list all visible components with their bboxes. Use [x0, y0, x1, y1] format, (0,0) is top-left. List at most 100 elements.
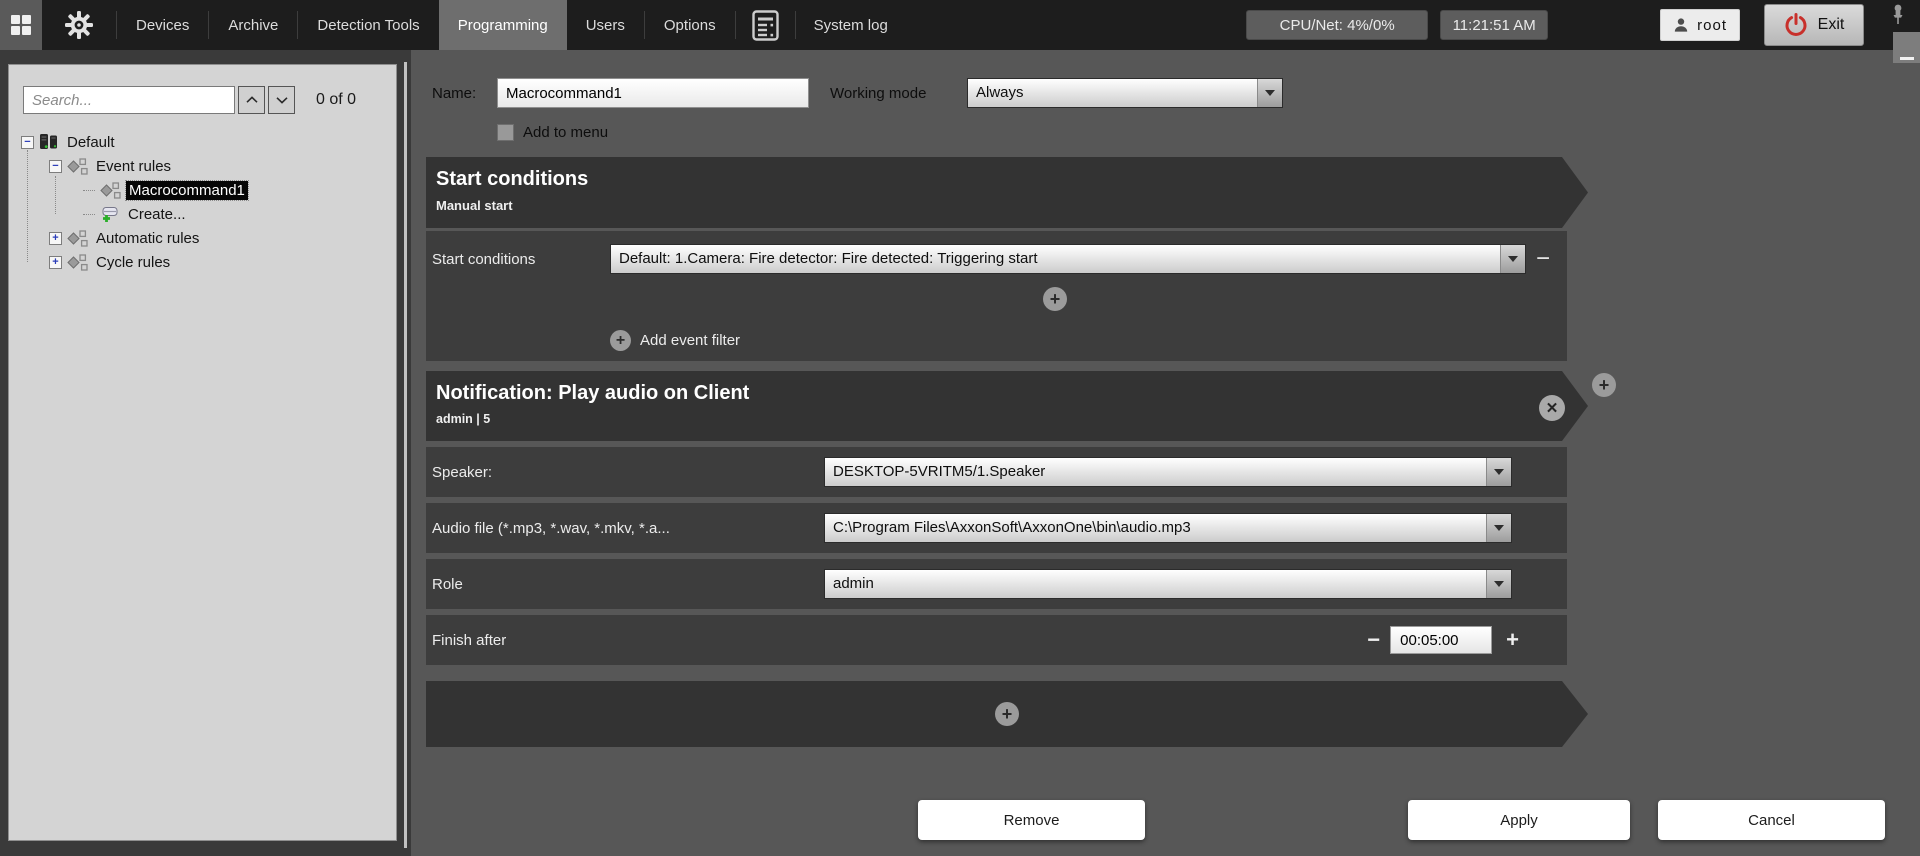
exit-button[interactable]: Exit	[1764, 4, 1864, 46]
working-mode-dropdown[interactable]: Always	[967, 78, 1283, 108]
settings-gear-button[interactable]	[42, 0, 116, 50]
menu-item-devices[interactable]: Devices	[117, 0, 208, 50]
expander-expand-icon[interactable]: +	[49, 255, 62, 269]
add-to-menu-label: Add to menu	[523, 124, 609, 141]
start-conditions-banner: Start conditions Manual start	[426, 157, 1588, 228]
create-node-icon	[102, 207, 118, 222]
top-bar: Devices Archive Detection Tools Programm…	[0, 0, 1920, 50]
menu-item-options[interactable]: Options	[645, 0, 735, 50]
tree-item-default[interactable]: − Default	[9, 130, 396, 154]
finish-after-row: Finish after − +	[426, 615, 1567, 665]
start-condition-dropdown[interactable]: Default: 1.Camera: Fire detector: Fire d…	[610, 244, 1526, 274]
tree-connector	[83, 189, 95, 191]
role-dropdown[interactable]: admin	[824, 569, 1512, 599]
name-input[interactable]	[497, 78, 809, 108]
search-prev-button[interactable]	[238, 86, 265, 114]
dropdown-arrow-button[interactable]	[1486, 514, 1511, 542]
apps-grid-icon	[11, 15, 31, 35]
panel-splitter[interactable]	[404, 62, 407, 848]
expander-expand-icon[interactable]: +	[49, 231, 62, 245]
triangle-down-icon	[1494, 525, 1504, 531]
dropdown-arrow-button[interactable]	[1257, 79, 1282, 107]
object-tree: − Default − Event rules Macrocommand1 Cr…	[9, 130, 396, 274]
working-mode-value: Always	[976, 84, 1024, 101]
expander-collapse-icon[interactable]: −	[49, 159, 62, 173]
triangle-down-icon	[1494, 581, 1504, 587]
delete-action-button[interactable]: ✕	[1539, 395, 1565, 421]
triangle-down-icon	[1494, 469, 1504, 475]
tree-item-create[interactable]: Create...	[9, 202, 396, 226]
chevron-up-icon	[245, 96, 258, 103]
tree-item-label: Event rules	[96, 157, 172, 175]
menu-item-detection-tools[interactable]: Detection Tools	[298, 0, 438, 50]
chevron-down-icon	[275, 97, 288, 104]
remove-button[interactable]: Remove	[918, 800, 1145, 840]
tree-item-automatic-rules[interactable]: + Automatic rules	[9, 226, 396, 250]
start-condition-value: Default: 1.Camera: Fire detector: Fire d…	[619, 250, 1038, 267]
decrease-time-button[interactable]: −	[1367, 629, 1380, 651]
pin-panel-button[interactable]	[1890, 4, 1906, 29]
tree-connector	[27, 150, 28, 262]
cpu-net-status[interactable]: CPU/Net: 4%/0%	[1246, 10, 1429, 40]
add-event-filter-icon: +	[610, 330, 631, 351]
start-conditions-block: Start conditions Default: 1.Camera: Fire…	[426, 231, 1567, 361]
dropdown-arrow-button[interactable]	[1486, 570, 1511, 598]
finish-after-time-input[interactable]	[1390, 626, 1493, 654]
increase-time-button[interactable]: +	[1506, 629, 1519, 651]
menu-item-archive[interactable]: Archive	[209, 0, 297, 50]
search-result-counter: 0 of 0	[316, 91, 357, 108]
role-value: admin	[833, 575, 874, 592]
server-stack-icon	[40, 134, 57, 149]
tree-item-cycle-rules[interactable]: + Cycle rules	[9, 250, 396, 274]
pin-icon	[1893, 4, 1903, 24]
collapse-panel-button[interactable]	[1893, 32, 1920, 63]
start-conditions-subtitle: Manual start	[436, 198, 513, 213]
clock-status[interactable]: 11:21:51 AM	[1440, 10, 1549, 40]
action-subtitle: admin | 5	[436, 412, 491, 426]
tree-item-label: Create...	[128, 205, 186, 223]
add-event-filter-row[interactable]: + Add event filter	[610, 330, 740, 351]
action-banner: Notification: Play audio on Client admin…	[426, 371, 1588, 441]
speaker-dropdown[interactable]: DESKTOP-5VRITM5/1.Speaker	[824, 457, 1512, 487]
tree-item-event-rules[interactable]: − Event rules	[9, 154, 396, 178]
user-name: root	[1697, 16, 1727, 34]
add-condition-button[interactable]: +	[1043, 287, 1067, 311]
remove-condition-button[interactable]: −	[1536, 247, 1550, 271]
rule-flow-icon	[100, 181, 121, 199]
start-conditions-title: Start conditions	[436, 168, 589, 190]
audio-file-dropdown[interactable]: C:\Program Files\AxxonSoft\AxxonOne\bin\…	[824, 513, 1512, 543]
add-new-action-button[interactable]: +	[995, 702, 1019, 726]
user-icon	[1674, 18, 1688, 32]
speaker-row: Speaker: DESKTOP-5VRITM5/1.Speaker	[426, 447, 1567, 497]
apps-grid-button[interactable]	[0, 0, 42, 50]
menu-item-users[interactable]: Users	[567, 0, 644, 50]
add-action-button[interactable]: +	[1592, 373, 1616, 397]
dropdown-arrow-button[interactable]	[1500, 245, 1525, 273]
add-to-menu-row: Add to menu	[497, 124, 608, 141]
start-condition-row: Start conditions Default: 1.Camera: Fire…	[432, 244, 1567, 274]
expander-collapse-icon[interactable]: −	[21, 135, 34, 149]
cancel-button[interactable]: Cancel	[1658, 800, 1885, 840]
menu-item-programming[interactable]: Programming	[438, 0, 567, 50]
audio-file-label: Audio file (*.mp3, *.wav, *.mkv, *.a...	[432, 519, 670, 537]
audio-file-row: Audio file (*.mp3, *.wav, *.mkv, *.a... …	[426, 503, 1567, 553]
system-log-button[interactable]	[736, 0, 795, 50]
tree-search-row: 0 of 0	[9, 65, 396, 120]
tree-item-macrocommand1[interactable]: Macrocommand1	[9, 178, 396, 202]
tree-connector	[55, 176, 56, 214]
working-mode-label: Working mode	[830, 85, 927, 102]
tree-item-label: Cycle rules	[96, 253, 171, 271]
tree-item-label-selected: Macrocommand1	[125, 179, 249, 201]
search-input[interactable]	[23, 86, 235, 114]
system-log-label[interactable]: System log	[796, 0, 906, 50]
power-icon	[1785, 13, 1807, 36]
name-label: Name:	[432, 85, 477, 102]
add-to-menu-checkbox[interactable]	[497, 124, 514, 141]
dropdown-arrow-button[interactable]	[1486, 458, 1511, 486]
user-button[interactable]: root	[1660, 9, 1740, 41]
apply-button[interactable]: Apply	[1408, 800, 1630, 840]
add-action-banner: +	[426, 681, 1588, 747]
search-next-button[interactable]	[268, 86, 295, 114]
action-title: Notification: Play audio on Client	[436, 382, 750, 404]
add-event-filter-label: Add event filter	[640, 332, 741, 349]
